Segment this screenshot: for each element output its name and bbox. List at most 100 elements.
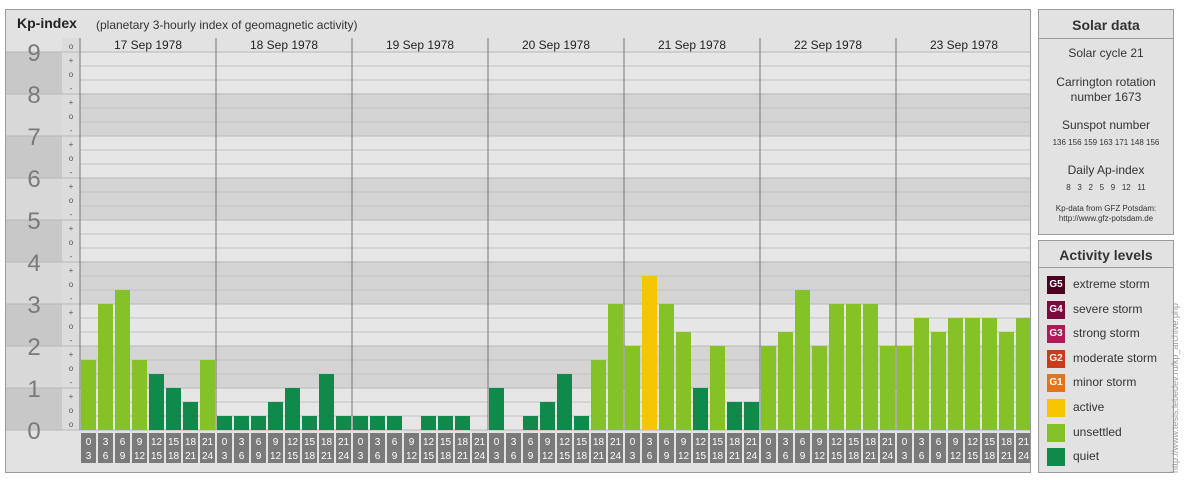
ap-index-label: Daily Ap-index (1067, 163, 1145, 177)
interval-start-label: 18 (729, 437, 741, 448)
interval-end-label: 9 (120, 451, 126, 462)
interval-end-label: 18 (440, 451, 452, 462)
legend-item-severe-storm: G4 severe storm (1047, 300, 1173, 319)
legend-item-moderate-storm: G2 moderate storm (1047, 349, 1173, 368)
kp-bar (948, 317, 963, 430)
y-minor-label: o (69, 154, 74, 163)
source-credit: http://www.tesis.lebedev.ru/kp_archive.p… (1170, 303, 1180, 473)
legend-swatch (1047, 399, 1065, 417)
y-tick-label: 2 (27, 334, 40, 361)
kp-bar (438, 416, 453, 430)
y-minor-label: o (69, 196, 74, 205)
kp-bar (761, 346, 776, 430)
kp-bar (336, 416, 351, 430)
plot-band (80, 262, 1030, 304)
interval-end-label: 18 (984, 451, 996, 462)
interval-end-label: 21 (185, 451, 197, 462)
interval-end-label: 18 (848, 451, 860, 462)
y-tick-label: 8 (27, 82, 40, 109)
interval-end-label: 15 (695, 451, 707, 462)
kp-bar (81, 359, 96, 430)
legend-swatch: G2 (1047, 349, 1065, 368)
interval-end-label: 15 (559, 451, 571, 462)
legend-label: unsettled (1073, 424, 1122, 439)
y-minor-label: + (69, 182, 74, 191)
interval-end-label: 15 (423, 451, 435, 462)
interval-start-label: 18 (1001, 437, 1013, 448)
kp-bar (625, 346, 640, 430)
kp-bar (812, 346, 827, 430)
y-minor-label: - (70, 168, 73, 177)
kp-bar (421, 416, 436, 430)
interval-start-label: 3 (375, 437, 381, 448)
legend-swatch (1047, 448, 1065, 467)
kp-bar (540, 401, 555, 430)
legend-item-active: active (1047, 399, 1173, 417)
interval-start-label: 0 (494, 437, 500, 448)
interval-end-label: 3 (630, 451, 636, 462)
kp-bar (608, 304, 623, 430)
day-label: 21 Sep 1978 (658, 38, 726, 52)
y-minor-label: + (69, 140, 74, 149)
interval-start-label: 12 (695, 437, 707, 448)
interval-start-label: 0 (902, 437, 908, 448)
interval-start-label: 6 (800, 437, 806, 448)
kp-bar (914, 317, 929, 430)
kp-bar (98, 304, 113, 430)
day-label: 18 Sep 1978 (250, 38, 318, 52)
plot-band (80, 136, 1030, 178)
interval-end-label: 24 (882, 451, 894, 462)
interval-end-label: 9 (936, 451, 942, 462)
kp-bar-chart: 0123456789oo+-o+-o+-o+-o+-o+-o+-o+-o+o 17… (6, 38, 1030, 463)
interval-end-label: 12 (814, 451, 826, 462)
legend-item-extreme-storm: G5 extreme storm (1047, 276, 1173, 294)
carrington-label: Carrington rotation (1056, 75, 1156, 89)
interval-end-label: 21 (457, 451, 469, 462)
kp-bar (897, 346, 912, 430)
interval-start-label: 6 (936, 437, 942, 448)
interval-end-label: 24 (474, 451, 486, 462)
interval-start-label: 0 (630, 437, 636, 448)
interval-end-label: 12 (542, 451, 554, 462)
day-label: 20 Sep 1978 (522, 38, 590, 52)
interval-start-label: 0 (222, 437, 228, 448)
interval-end-label: 18 (576, 451, 588, 462)
solar-title-divider (1039, 38, 1173, 39)
kp-bar (965, 317, 980, 430)
kp-bar (387, 416, 402, 430)
interval-start-label: 12 (967, 437, 979, 448)
kp-bar (217, 416, 232, 430)
legend-label: quiet (1073, 449, 1100, 464)
interval-end-label: 6 (103, 451, 109, 462)
interval-start-label: 3 (239, 437, 245, 448)
legend-swatch: G3 (1047, 325, 1065, 344)
kp-bar (574, 416, 589, 430)
interval-start-label: 9 (817, 437, 823, 448)
interval-start-label: 12 (423, 437, 435, 448)
interval-start-label: 21 (882, 437, 894, 448)
y-minor-label: - (70, 210, 73, 219)
interval-start-label: 18 (185, 437, 197, 448)
kp-bar (693, 388, 708, 430)
legend-item-quiet: quiet (1047, 448, 1173, 467)
kp-bar (999, 332, 1014, 430)
interval-end-label: 21 (1001, 451, 1013, 462)
interval-start-label: 3 (647, 437, 653, 448)
y-tick-label: 7 (27, 124, 40, 151)
interval-end-label: 3 (494, 451, 500, 462)
kp-bar (285, 388, 300, 430)
day-label: 23 Sep 1978 (930, 38, 998, 52)
activity-levels-title: Activity levels (1059, 247, 1153, 263)
interval-start-label: 12 (831, 437, 843, 448)
interval-start-label: 15 (304, 437, 316, 448)
interval-end-label: 9 (528, 451, 534, 462)
y-minor-label: - (70, 378, 73, 387)
legend-swatch: G1 (1047, 374, 1065, 393)
interval-start-label: 21 (474, 437, 486, 448)
kp-bar (115, 290, 130, 430)
y-tick-label: 5 (27, 208, 40, 235)
kp-bar (353, 416, 368, 430)
legend-item-strong-storm: G3 strong storm (1047, 325, 1173, 344)
y-tick-label: 6 (27, 166, 40, 193)
legend-label: minor storm (1073, 375, 1137, 390)
